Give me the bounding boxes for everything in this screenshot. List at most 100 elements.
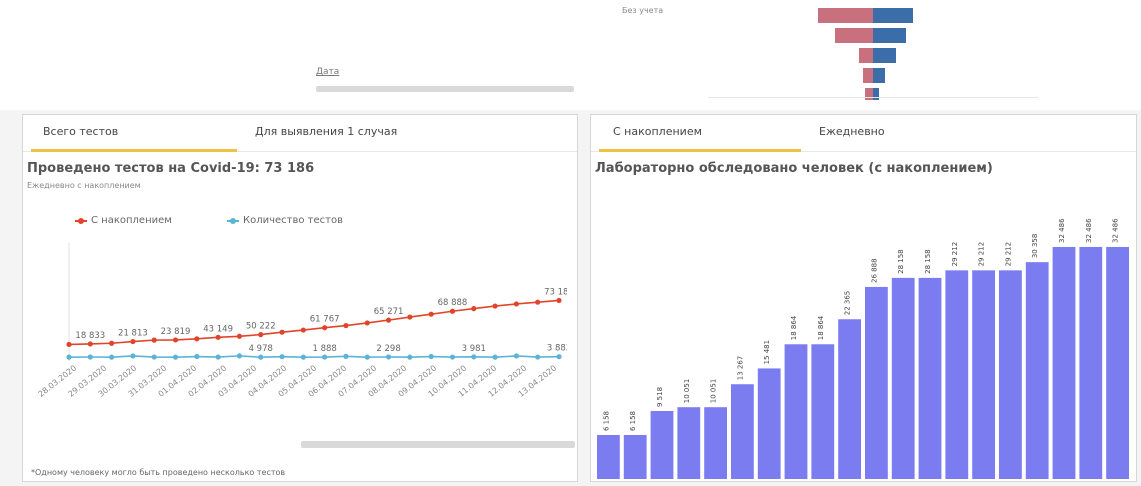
bar <box>597 435 620 479</box>
bar <box>1025 262 1049 479</box>
data-label: 3 981 <box>462 344 486 354</box>
age-pyramid-chart <box>818 8 913 100</box>
series-0-point <box>258 332 264 338</box>
bar <box>999 270 1022 479</box>
data-label: 21 813 <box>118 329 148 339</box>
data-label: 68 888 <box>438 298 468 308</box>
legend-cumulative[interactable]: С накоплением <box>75 215 172 226</box>
series-0-point <box>471 306 477 312</box>
bar-label: 26 888 <box>870 258 878 283</box>
bar-label: 6 158 <box>629 411 637 431</box>
date-scrollbar[interactable] <box>316 86 574 92</box>
data-label: 65 271 <box>374 307 404 317</box>
series-0-point <box>300 327 306 333</box>
series-1-point <box>364 354 370 360</box>
data-label: 73 186 <box>544 287 567 297</box>
series-1-point <box>428 353 434 360</box>
series-0-point <box>535 299 541 305</box>
bar <box>891 277 915 479</box>
pyramid-bar-left <box>835 28 873 43</box>
pyramid-bar-right <box>873 68 885 83</box>
tab-daily[interactable]: Ежедневно <box>819 125 885 138</box>
tests-tabs: Всего тестов Для выявления 1 случая <box>23 115 577 152</box>
tests-subtitle: Ежедневно с накоплением <box>27 181 141 190</box>
top-divider <box>708 97 1038 98</box>
series-1-point <box>300 354 306 360</box>
tab-per-case[interactable]: Для выявления 1 случая <box>255 125 397 138</box>
examined-title: Лабораторно обследовано человек (с накоп… <box>595 161 993 176</box>
bar <box>784 344 808 479</box>
legend-cumulative-label: С накоплением <box>91 215 172 226</box>
series-0-point <box>449 308 456 314</box>
top-small-label: Без учета <box>622 6 664 15</box>
date-axis-label: Дата <box>316 67 340 77</box>
bar-label: 10 051 <box>710 379 718 404</box>
series-0-point <box>407 314 413 320</box>
data-label: 61 767 <box>310 315 340 325</box>
dotted-axis <box>30 10 530 14</box>
top-strip: Без учета Дата <box>0 0 1141 110</box>
pyramid-bar-right <box>873 88 879 100</box>
series-line-1 <box>68 355 560 358</box>
series-1-point <box>258 354 264 360</box>
bar <box>704 407 727 479</box>
bar <box>757 368 781 479</box>
tests-title: Проведено тестов на Covid-19: 73 186 <box>27 161 315 176</box>
pyramid-bar-right <box>873 48 896 63</box>
data-label: 23 819 <box>161 327 191 337</box>
examined-panel: С накоплением Ежедневно Лабораторно обсл… <box>590 114 1137 482</box>
series-1-point <box>449 354 456 360</box>
tests-footnote: *Одному человеку могло быть проведено не… <box>31 468 286 477</box>
series-0-point <box>151 337 157 343</box>
series-1-point <box>535 354 541 360</box>
bar <box>1079 246 1103 479</box>
legend-tests-count-marker <box>227 217 239 224</box>
pyramid-bar-right <box>873 28 906 43</box>
data-label: 3 883 <box>547 344 567 354</box>
bar-label: 32 486 <box>1085 218 1093 243</box>
series-1-point <box>172 354 179 360</box>
legend-tests-count-label: Количество тестов <box>243 215 343 226</box>
bar-label: 22 365 <box>844 291 852 316</box>
bar-label: 6 158 <box>602 411 610 431</box>
bar-label: 30 358 <box>1031 234 1039 259</box>
active-tab-indicator <box>599 149 801 152</box>
series-0-point <box>279 329 285 335</box>
series-1-point <box>66 354 72 360</box>
data-label: 43 149 <box>203 324 233 334</box>
series-0-point <box>343 322 349 329</box>
data-label: 50 222 <box>246 322 276 332</box>
chart-scrollbar[interactable] <box>301 441 575 448</box>
series-0-point <box>513 301 519 307</box>
series-1-point <box>236 353 243 359</box>
bar-label: 10 051 <box>683 379 691 404</box>
series-0-point <box>109 340 115 346</box>
pyramid-bar-right <box>873 8 913 23</box>
bar <box>731 384 754 479</box>
series-0-point <box>385 317 392 323</box>
series-1-point <box>407 354 413 360</box>
legend-tests-count[interactable]: Количество тестов <box>227 215 343 226</box>
series-1-point <box>194 353 200 360</box>
bar <box>918 277 942 479</box>
pyramid-bar-left <box>865 88 873 100</box>
bar-label: 13 267 <box>736 356 744 381</box>
series-1-point <box>385 354 392 360</box>
series-0-point <box>236 333 243 339</box>
bar <box>623 435 647 479</box>
series-0-point <box>130 338 136 345</box>
tab-all-tests[interactable]: Всего тестов <box>43 125 118 138</box>
bar-label: 28 158 <box>897 249 905 274</box>
data-label: 2 298 <box>376 344 400 354</box>
series-1-point <box>322 354 328 360</box>
examined-bar-chart: 6 158 6 158 9 518 10 051 10 051 13 267 15 481 1… <box>597 218 1129 479</box>
series-1-point <box>492 354 498 360</box>
tab-cumulative[interactable]: С накоплением <box>613 125 702 138</box>
bar-label: 29 212 <box>978 242 986 267</box>
bar-label: 9 518 <box>656 387 664 407</box>
series-1-point <box>471 354 477 360</box>
pyramid-bar-left <box>859 48 873 63</box>
tests-line-chart: 18 833 21 813 23 819 43 149 50 222 61 767 65 2… <box>37 243 567 399</box>
bar-label: 32 486 <box>1112 218 1120 243</box>
bar-label: 32 486 <box>1058 218 1066 243</box>
